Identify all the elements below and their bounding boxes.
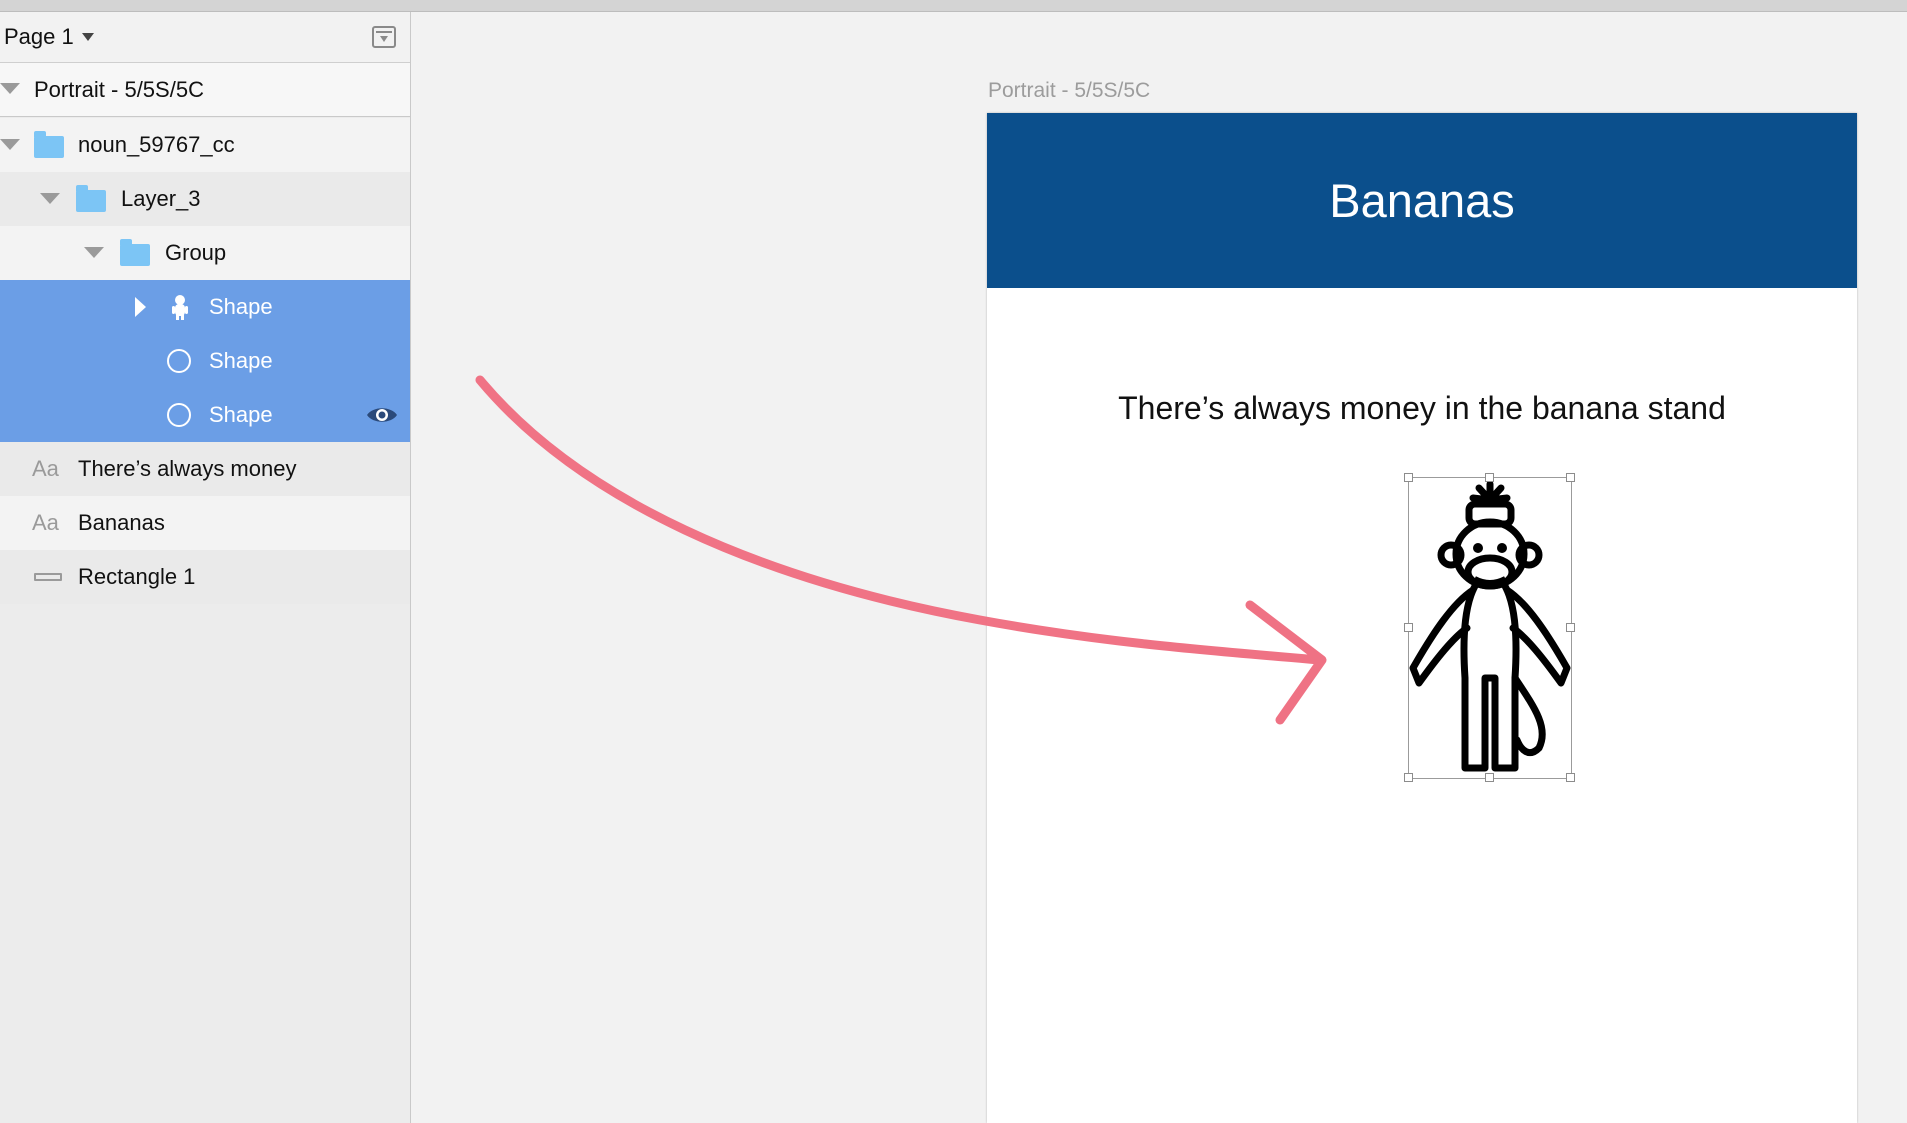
resize-handle[interactable] — [1485, 473, 1494, 482]
layer-row-rectangle[interactable]: Rectangle 1 — [0, 550, 410, 604]
layer-label: There’s always money — [78, 456, 297, 481]
resize-handle[interactable] — [1404, 623, 1413, 632]
collapse-panel-icon[interactable] — [372, 26, 396, 48]
layer-row-group[interactable]: Group — [0, 226, 410, 280]
selected-image[interactable] — [1404, 473, 1575, 782]
layer-label: Bananas — [78, 510, 165, 535]
text-layer-icon: Aa — [32, 510, 59, 535]
layer-label: Portrait - 5/5S/5C — [34, 76, 204, 102]
resize-handle[interactable] — [1566, 773, 1575, 782]
resize-handle[interactable] — [1404, 473, 1413, 482]
folder-icon — [76, 185, 106, 212]
monkey-shape-icon — [172, 295, 188, 320]
layer-row-folder[interactable]: noun_59767_cc — [0, 118, 410, 172]
eye-icon[interactable] — [365, 404, 399, 426]
layer-row-shape[interactable]: Shape — [0, 388, 410, 442]
disclosure-triangle-icon[interactable] — [0, 139, 20, 150]
resize-handle[interactable] — [1404, 773, 1413, 782]
folder-icon — [34, 131, 64, 158]
text-layer-icon: Aa — [32, 456, 59, 481]
rectangle-layer-icon — [34, 573, 62, 581]
chevron-down-icon — [81, 33, 94, 41]
layers-sidebar: Page 1 Portrait - 5/5S/5C noun_59767_cc … — [0, 12, 411, 1123]
layer-label: Rectangle 1 — [78, 564, 196, 589]
disclosure-triangle-icon[interactable] — [0, 83, 20, 94]
sock-monkey-icon — [1409, 480, 1571, 772]
layer-label: Layer_3 — [121, 186, 201, 211]
resize-handle[interactable] — [1566, 623, 1575, 632]
disclosure-triangle-icon[interactable] — [135, 297, 146, 317]
oval-shape-icon — [167, 403, 191, 427]
artboard-label[interactable]: Portrait - 5/5S/5C — [988, 79, 1150, 103]
layer-row-text[interactable]: Aa Bananas — [0, 496, 410, 550]
layer-label: Shape — [209, 348, 273, 373]
layer-label: Shape — [209, 294, 273, 319]
oval-shape-icon — [167, 349, 191, 373]
layer-row-shape[interactable]: Shape — [0, 334, 410, 388]
layer-row-folder[interactable]: Layer_3 — [0, 172, 410, 226]
layer-row-shape[interactable]: Shape — [0, 280, 410, 334]
layer-label: Shape — [209, 402, 273, 427]
page-selector[interactable]: Page 1 — [4, 24, 94, 50]
resize-handle[interactable] — [1485, 773, 1494, 782]
nav-title[interactable]: Bananas — [987, 173, 1857, 228]
layer-label: noun_59767_cc — [78, 132, 235, 157]
resize-handle[interactable] — [1566, 473, 1575, 482]
disclosure-triangle-icon[interactable] — [40, 193, 60, 204]
layer-row-text[interactable]: Aa There’s always money — [0, 442, 410, 496]
folder-icon — [120, 239, 150, 266]
window-top-bar — [0, 0, 1907, 12]
layer-row-artboard[interactable]: Portrait - 5/5S/5C — [0, 63, 410, 117]
page-selector-label: Page 1 — [4, 24, 74, 49]
nav-bar[interactable]: Bananas — [987, 113, 1857, 288]
disclosure-triangle-icon[interactable] — [84, 247, 104, 258]
page-header: Page 1 — [0, 12, 410, 63]
annotation-arrow — [475, 375, 1327, 725]
layer-label: Group — [165, 240, 227, 265]
